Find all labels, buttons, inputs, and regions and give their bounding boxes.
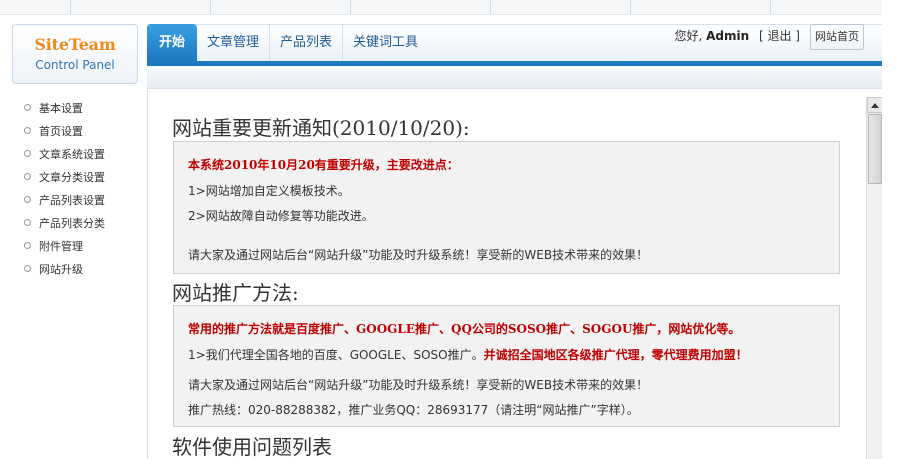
sidebar: 基本设置 首页设置 文章系统设置 文章分类设置 产品列表设置 产品列表分类 附件… bbox=[12, 89, 148, 459]
promotion-line-2: 请大家及通过网站后台“网站升级”功能及时升级系统！享受新的WEB技术带来的效果！ bbox=[188, 378, 649, 392]
strip-tick bbox=[630, 0, 631, 14]
sidebar-item-label: 首页设置 bbox=[39, 124, 83, 138]
bullet-icon bbox=[24, 265, 31, 272]
bullet-icon bbox=[24, 196, 31, 203]
right-edge bbox=[882, 0, 900, 459]
update-headline: 本系统2010年10月20有重要升级，主要改进点： bbox=[188, 158, 459, 172]
promotion-line-1-highlight: 并诚招全国地区各级推广代理，零代理费用加盟！ bbox=[483, 348, 748, 362]
content-scrollbar[interactable] bbox=[866, 97, 883, 459]
strip-tick bbox=[490, 0, 491, 14]
bullet-icon bbox=[24, 242, 31, 249]
scrollbar-thumb[interactable] bbox=[868, 114, 882, 184]
top-tabs: 开始 文章管理 产品列表 关键词工具 bbox=[147, 24, 428, 61]
bullet-icon bbox=[24, 150, 31, 157]
update-line-2: 2>网站故障自动修复等功能改进。 bbox=[188, 209, 374, 223]
sidebar-item-label: 基本设置 bbox=[39, 101, 83, 115]
logo-brand: SiteTeam bbox=[34, 35, 116, 54]
strip-tick bbox=[770, 0, 771, 14]
tab-keyword-tools[interactable]: 关键词工具 bbox=[343, 24, 428, 61]
logo-subtitle: Control Panel bbox=[35, 58, 115, 72]
sidebar-item-attachments[interactable]: 附件管理 bbox=[24, 234, 147, 257]
site-home-button[interactable]: 网站首页 bbox=[810, 24, 864, 50]
section-title-promotion: 网站推广方法: bbox=[172, 281, 299, 305]
top-strip bbox=[0, 0, 900, 15]
section-title-faq: 软件使用问题列表 bbox=[172, 435, 332, 459]
update-line-3: 请大家及通过网站后台“网站升级”功能及时升级系统！享受新的WEB技术带来的效果！ bbox=[188, 248, 649, 262]
promotion-line-1-text: 1>我们代理全国各地的百度、GOOGLE、SOSO推广。 bbox=[188, 348, 484, 362]
tab-start[interactable]: 开始 bbox=[147, 24, 198, 61]
sidebar-item-label: 文章系统设置 bbox=[39, 147, 105, 161]
tab-product-list[interactable]: 产品列表 bbox=[270, 24, 344, 61]
strip-tick bbox=[350, 0, 351, 14]
sidebar-item-article-category[interactable]: 文章分类设置 bbox=[24, 165, 147, 188]
greeting-text: 您好, bbox=[674, 29, 703, 43]
main-content: 网站重要更新通知(2010/10/20): 本系统2010年10月20有重要升级… bbox=[148, 89, 866, 459]
section-title-update-notice: 网站重要更新通知(2010/10/20): bbox=[172, 116, 470, 140]
sidebar-item-site-upgrade[interactable]: 网站升级 bbox=[24, 257, 147, 280]
scroll-up-arrow-icon[interactable] bbox=[867, 97, 883, 113]
sidebar-item-home-settings[interactable]: 首页设置 bbox=[24, 119, 147, 142]
sidebar-item-article-system[interactable]: 文章系统设置 bbox=[24, 142, 147, 165]
bullet-icon bbox=[24, 104, 31, 111]
bullet-icon bbox=[24, 219, 31, 226]
promotion-line-1: 1>我们代理全国各地的百度、GOOGLE、SOSO推广。并诚招全国地区各级推广代… bbox=[188, 346, 748, 363]
logout-link[interactable]: [ 退出 ] bbox=[759, 29, 800, 43]
user-area: 您好, Admin [ 退出 ] bbox=[674, 28, 800, 44]
sidebar-item-label: 网站升级 bbox=[39, 262, 83, 276]
sidebar-item-product-list-category[interactable]: 产品列表分类 bbox=[24, 211, 147, 234]
sub-toolbar bbox=[147, 66, 882, 89]
sidebar-item-label: 产品列表设置 bbox=[39, 193, 105, 207]
sidebar-menu: 基本设置 首页设置 文章系统设置 文章分类设置 产品列表设置 产品列表分类 附件… bbox=[12, 96, 147, 280]
sidebar-item-label: 文章分类设置 bbox=[39, 170, 105, 184]
promotion-box: 常用的推广方法就是百度推广、GOOGLE推广、QQ公司的SOSO推广、SOGOU… bbox=[173, 305, 840, 427]
sidebar-item-label: 附件管理 bbox=[39, 239, 83, 253]
sidebar-item-basic-settings[interactable]: 基本设置 bbox=[24, 96, 147, 119]
sidebar-item-product-list-settings[interactable]: 产品列表设置 bbox=[24, 188, 147, 211]
logo: SiteTeam Control Panel bbox=[12, 24, 138, 84]
update-notice-box: 本系统2010年10月20有重要升级，主要改进点： 1>网站增加自定义模板技术。… bbox=[173, 141, 840, 274]
bullet-icon bbox=[24, 173, 31, 180]
bullet-icon bbox=[24, 127, 31, 134]
tab-article-management[interactable]: 文章管理 bbox=[197, 24, 271, 61]
sidebar-item-label: 产品列表分类 bbox=[39, 216, 105, 230]
update-line-1: 1>网站增加自定义模板技术。 bbox=[188, 184, 350, 198]
promotion-line-3: 推广热线：020-88288382，推广业务QQ：28693177（请注明“网站… bbox=[188, 403, 639, 417]
strip-tick bbox=[70, 0, 71, 14]
strip-tick bbox=[210, 0, 211, 14]
username: Admin bbox=[706, 29, 750, 43]
promotion-headline: 常用的推广方法就是百度推广、GOOGLE推广、QQ公司的SOSO推广、SOGOU… bbox=[188, 322, 741, 336]
